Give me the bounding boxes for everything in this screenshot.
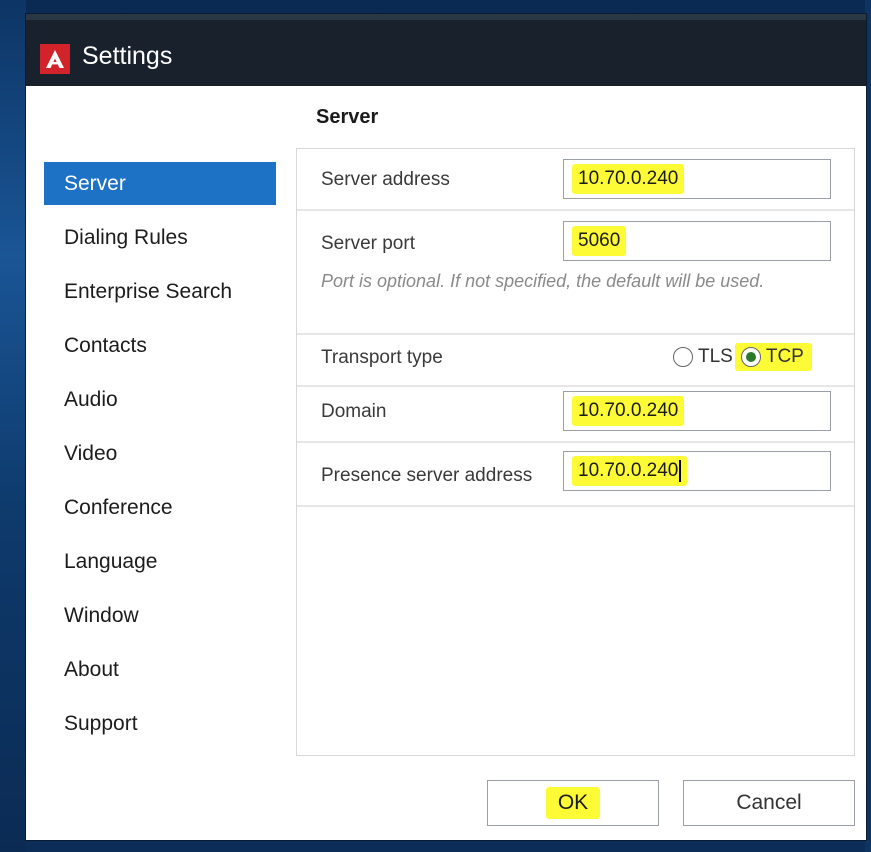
ok-button-label: OK (545, 787, 601, 819)
ok-button[interactable]: OK (487, 780, 659, 826)
sidebar-item-window[interactable]: Window (44, 594, 276, 637)
app-logo-icon (40, 44, 70, 74)
desktop-background (0, 0, 26, 852)
server-port-hint: Port is optional. If not specified, the … (321, 271, 765, 291)
divider (297, 333, 854, 335)
divider (297, 209, 854, 211)
sidebar-item-enterprise-search[interactable]: Enterprise Search (44, 270, 276, 313)
transport-type-radio-group: TLS TCP (673, 343, 812, 371)
window-title: Settings (82, 42, 173, 70)
sidebar-item-audio[interactable]: Audio (44, 378, 276, 421)
divider (297, 385, 854, 387)
section-title: Server (316, 106, 379, 128)
domain-input[interactable]: 10.70.0.240 (563, 391, 831, 431)
settings-sidebar: Server Dialing Rules Enterprise Search C… (44, 162, 276, 756)
domain-value: 10.70.0.240 (572, 396, 685, 426)
transport-type-label: Transport type (321, 347, 443, 368)
title-bar[interactable]: Settings (26, 14, 866, 86)
tcp-radio-label[interactable]: TCP (766, 346, 804, 368)
domain-label: Domain (321, 401, 387, 422)
sidebar-item-conference[interactable]: Conference (44, 486, 276, 529)
sidebar-item-contacts[interactable]: Contacts (44, 324, 276, 367)
radio-selected-dot (745, 352, 756, 362)
text-caret (679, 459, 682, 482)
sidebar-item-server[interactable]: Server (44, 162, 276, 205)
server-address-label: Server address (321, 169, 450, 190)
sidebar-item-dialing-rules[interactable]: Dialing Rules (44, 216, 276, 259)
server-address-input[interactable]: 10.70.0.240 (563, 159, 831, 199)
settings-window: Settings Server Dialing Rules Enterprise… (26, 14, 866, 840)
server-address-value: 10.70.0.240 (572, 164, 685, 194)
tcp-radio[interactable] (740, 347, 761, 367)
tls-radio[interactable] (673, 347, 693, 367)
cancel-button[interactable]: Cancel (683, 780, 855, 826)
sidebar-item-support[interactable]: Support (44, 702, 276, 745)
presence-value-text: 10.70.0.240 (578, 460, 679, 481)
server-settings-panel: Server address 10.70.0.240 Server port 5… (296, 148, 855, 756)
server-port-input[interactable]: 5060 (563, 221, 831, 261)
server-port-label: Server port (321, 233, 415, 254)
sidebar-item-language[interactable]: Language (44, 540, 276, 583)
presence-server-address-value: 10.70.0.240 (572, 455, 688, 486)
tls-radio-label[interactable]: TLS (698, 346, 733, 368)
sidebar-item-about[interactable]: About (44, 648, 276, 691)
server-port-value: 5060 (572, 226, 627, 256)
tcp-option[interactable]: TCP (734, 343, 812, 371)
divider (297, 505, 854, 507)
presence-server-address-label: Presence server address (321, 465, 533, 486)
presence-server-address-input[interactable]: 10.70.0.240 (563, 451, 831, 491)
sidebar-item-video[interactable]: Video (44, 432, 276, 475)
divider (297, 441, 854, 443)
